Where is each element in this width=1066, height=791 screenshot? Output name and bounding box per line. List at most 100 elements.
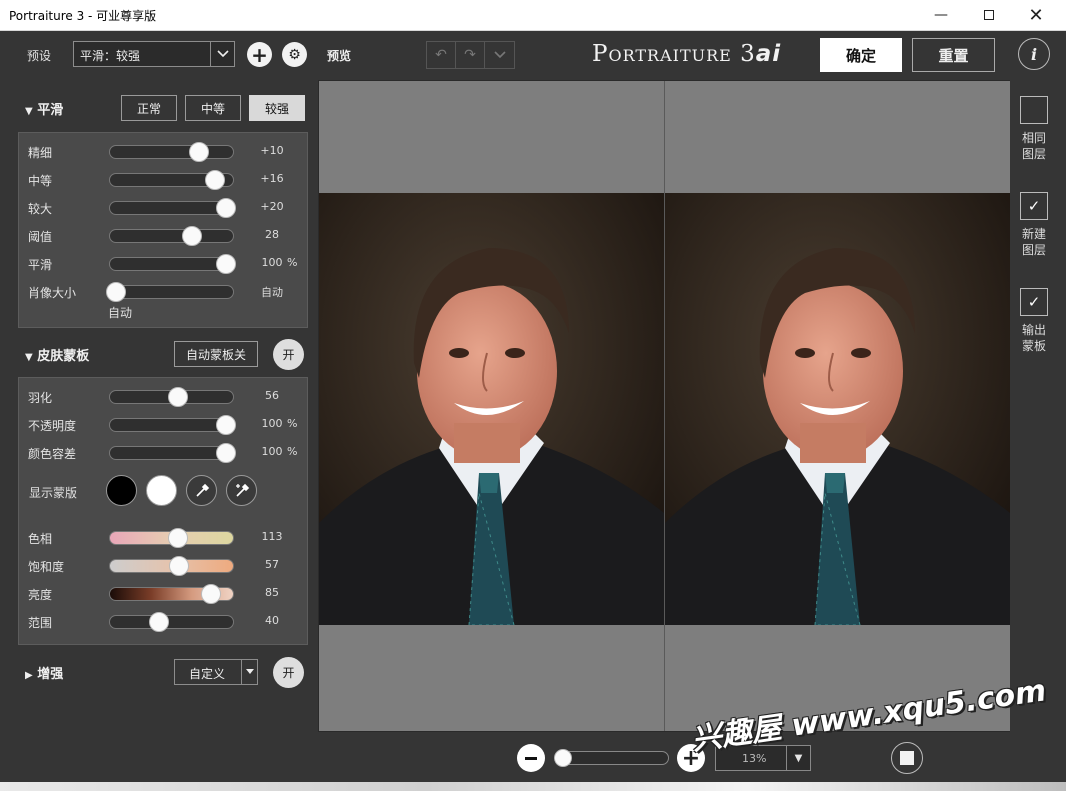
- smoothing-slider[interactable]: [109, 170, 234, 190]
- mask-color-row: 亮度 85: [19, 580, 309, 608]
- info-icon: i: [1030, 44, 1038, 64]
- preset-dropdown[interactable]: 平滑：较强: [73, 41, 235, 67]
- preview-before[interactable]: [319, 81, 664, 731]
- smoothing-slider[interactable]: [109, 142, 234, 162]
- smoothing-slider-handle[interactable]: [215, 254, 236, 274]
- mask-slider-handle[interactable]: [215, 415, 236, 435]
- settings-panel: 预设 平滑：较强 + ⚙ ▼ 平滑 正常 中等 较强 精细 +10 中等 +16 较大 +…: [0, 31, 318, 791]
- mask-slider[interactable]: [109, 415, 236, 435]
- mask-slider-handle[interactable]: [167, 387, 188, 407]
- preset-label: 预设: [27, 49, 52, 63]
- smoothing-slider-handle[interactable]: [188, 142, 209, 162]
- smoothing-slider[interactable]: [109, 198, 236, 218]
- mask-color-slider[interactable]: [109, 556, 234, 576]
- mask-value: 100: [261, 445, 283, 458]
- mask-color-slider-handle[interactable]: [168, 556, 189, 576]
- zoom-slider[interactable]: [553, 749, 669, 767]
- smoothing-label: 精细: [28, 146, 53, 160]
- eyedropper-button[interactable]: [186, 475, 217, 506]
- smoothing-header[interactable]: ▼ 平滑: [25, 99, 63, 118]
- mask-color-row: 饱和度 57: [19, 552, 309, 580]
- mode-medium-button[interactable]: 中等: [185, 95, 241, 121]
- redo-button[interactable]: ↷: [456, 42, 485, 68]
- smoothing-slider[interactable]: [109, 254, 236, 274]
- mode-normal-button[interactable]: 正常: [121, 95, 177, 121]
- undo-button[interactable]: ↶: [427, 42, 456, 68]
- same-layer-checkbox[interactable]: [1020, 96, 1048, 124]
- add-preset-button[interactable]: +: [247, 42, 272, 67]
- minimize-button[interactable]: —: [918, 0, 964, 30]
- auto-mask-button[interactable]: 自动蒙板关: [174, 341, 258, 367]
- mask-label: 颜色容差: [28, 447, 77, 461]
- portrait-size-auto-label: 自动: [108, 306, 133, 320]
- mask-color-slider-handle[interactable]: [167, 528, 188, 548]
- info-button[interactable]: i: [1018, 38, 1050, 70]
- maximize-button[interactable]: [966, 0, 1012, 30]
- smoothing-panel: 精细 +10 中等 +16 较大 +20 阈值 28 平滑 100% 肖像大小 自动: [18, 132, 308, 328]
- smoothing-title: 平滑: [37, 103, 64, 118]
- new-layer-checkbox[interactable]: ✓: [1020, 192, 1048, 220]
- chevron-down-icon: [210, 42, 234, 66]
- mask-color-slider[interactable]: [109, 584, 234, 604]
- enhance-preset-dropdown[interactable]: 自定义: [174, 659, 258, 685]
- smoothing-row: 较大 +20: [19, 194, 309, 222]
- smoothing-slider[interactable]: [109, 226, 234, 246]
- mode-strong-button[interactable]: 较强: [249, 95, 305, 121]
- mask-color-value: 85: [265, 586, 279, 599]
- ok-button[interactable]: 确定: [820, 38, 902, 72]
- checkmark-icon: ✓: [1027, 293, 1041, 311]
- mask-slider[interactable]: [109, 443, 236, 463]
- maximize-icon: [984, 10, 994, 20]
- chevron-down-icon: [241, 660, 257, 684]
- smoothing-slider-handle[interactable]: [106, 282, 127, 302]
- reset-button[interactable]: 重置: [912, 38, 995, 72]
- zoom-slider-handle[interactable]: [553, 749, 572, 767]
- enhance-header[interactable]: ▶ 增强: [25, 663, 63, 682]
- mask-slider-handle[interactable]: [215, 443, 236, 463]
- smoothing-label: 肖像大小: [28, 286, 77, 300]
- smoothing-slider[interactable]: [106, 282, 234, 302]
- mask-slider[interactable]: [109, 387, 234, 407]
- preview-area[interactable]: [318, 80, 1010, 732]
- mask-color-label: 亮度: [28, 588, 53, 602]
- mask-black-swatch[interactable]: [106, 475, 137, 506]
- close-icon: ✕: [1028, 4, 1044, 26]
- mask-color-slider[interactable]: [109, 612, 234, 632]
- mask-color-label: 范围: [28, 616, 53, 630]
- zoom-out-button[interactable]: [517, 744, 545, 772]
- plus-icon: +: [251, 42, 268, 67]
- skin-mask-header[interactable]: ▼ 皮肤蒙板: [25, 345, 89, 364]
- mask-color-row: 色相 113: [19, 524, 309, 552]
- portrait-image-after: [665, 193, 1010, 625]
- mask-white-swatch[interactable]: [146, 475, 177, 506]
- mask-row: 颜色容差 100%: [19, 439, 309, 467]
- smoothing-value: 28: [265, 228, 279, 241]
- mask-label: 羽化: [28, 391, 53, 405]
- smoothing-value: 100: [261, 256, 283, 269]
- mask-unit: %: [287, 445, 298, 458]
- smoothing-slider-handle[interactable]: [182, 226, 203, 246]
- enhance-toggle[interactable]: 开: [273, 657, 304, 688]
- mask-value: 100: [261, 417, 283, 430]
- preview-after[interactable]: [665, 81, 1010, 731]
- smoothing-slider-handle[interactable]: [204, 170, 225, 190]
- square-icon: [900, 751, 914, 765]
- smoothing-value: 自动: [261, 286, 283, 299]
- preset-settings-button[interactable]: ⚙: [282, 42, 307, 67]
- eyedropper-add-button[interactable]: [226, 475, 257, 506]
- smoothing-slider-handle[interactable]: [215, 198, 236, 218]
- enhance-title: 增强: [37, 667, 64, 682]
- fit-view-button[interactable]: [891, 742, 923, 774]
- smoothing-row: 肖像大小 自动: [19, 278, 309, 306]
- close-button[interactable]: ✕: [1013, 0, 1059, 30]
- mask-color-slider-handle[interactable]: [200, 584, 221, 604]
- skin-mask-toggle[interactable]: 开: [273, 339, 304, 370]
- history-dropdown[interactable]: [485, 42, 514, 68]
- smoothing-label: 较大: [28, 202, 53, 216]
- background-strip: [0, 782, 1066, 791]
- smoothing-value: +10: [260, 144, 284, 157]
- mask-color-slider-handle[interactable]: [149, 612, 170, 632]
- smoothing-label: 中等: [28, 174, 53, 188]
- output-mask-checkbox[interactable]: ✓: [1020, 288, 1048, 316]
- mask-color-slider[interactable]: [109, 528, 234, 548]
